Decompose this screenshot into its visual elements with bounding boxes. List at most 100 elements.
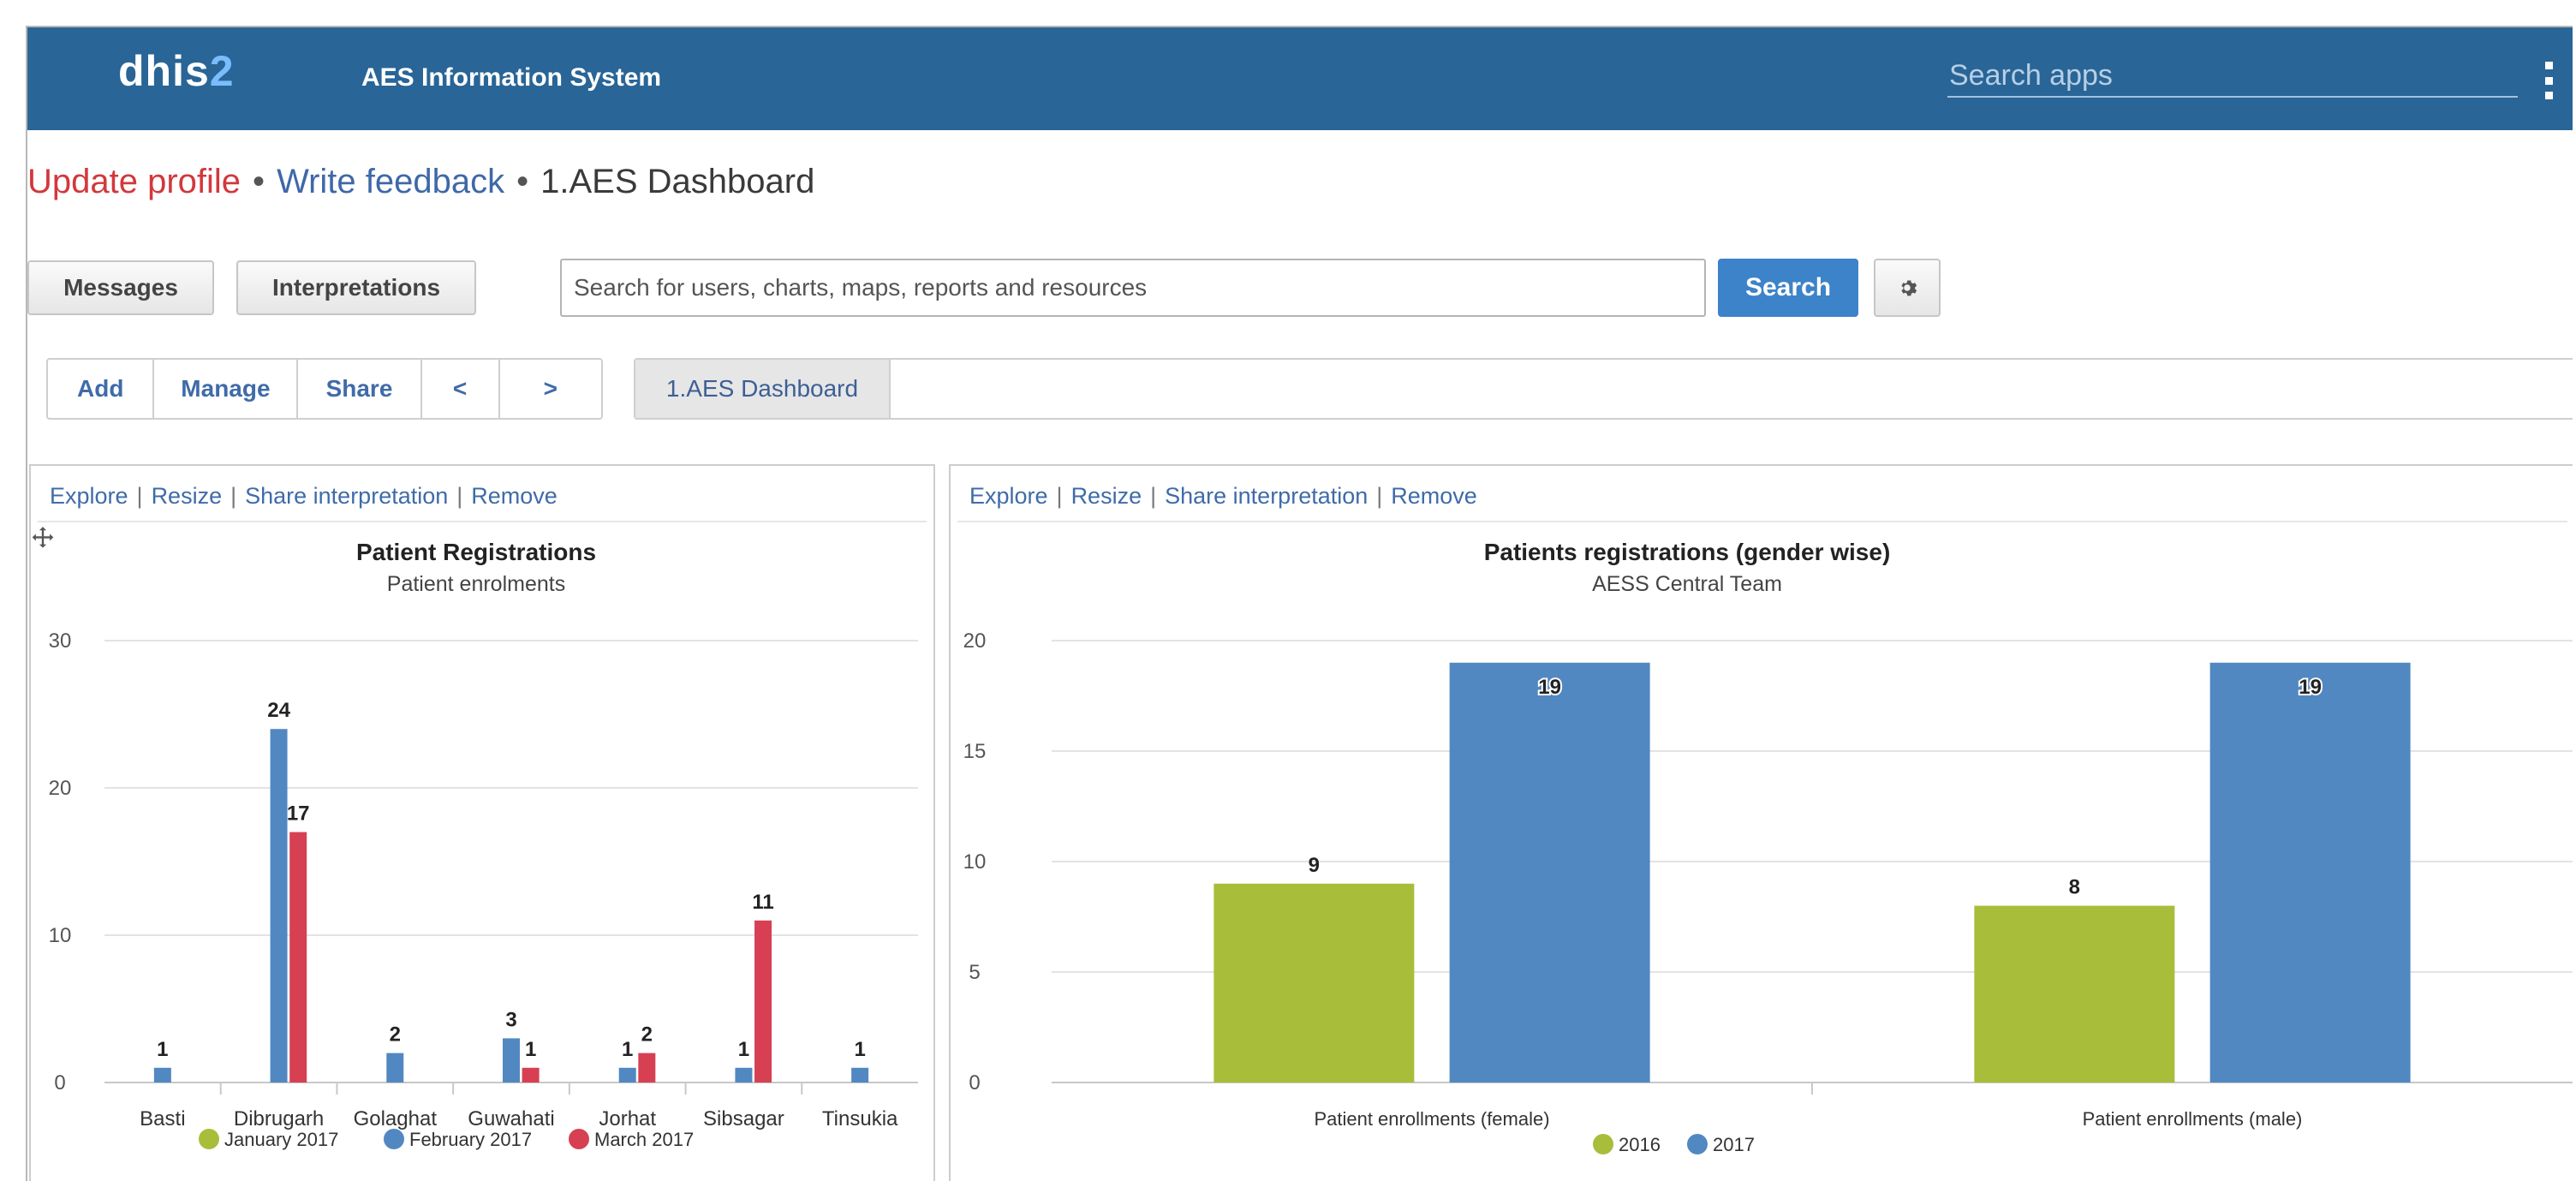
data-label: 9 <box>1309 854 1320 877</box>
legend-label: 2016 <box>1619 1134 1661 1155</box>
legend-label: March 2017 <box>594 1129 694 1150</box>
dashboard-controls: Add Manage Share < > <box>46 358 603 420</box>
breadcrumb: Update profile • Write feedback • 1.AES Dash… <box>27 163 814 201</box>
data-label: 2 <box>641 1023 653 1047</box>
link-separator: | <box>136 483 143 509</box>
bar <box>522 1067 540 1083</box>
bar <box>153 1067 171 1083</box>
app-title: AES Information System <box>361 63 662 92</box>
panel-links: Explore | Resize | Share interpretation | Remo… <box>50 483 558 510</box>
panel-divider <box>38 521 927 522</box>
share-interpretation-link[interactable]: Share interpretation <box>1165 483 1368 509</box>
bar <box>1974 905 2175 1083</box>
legend-swatch <box>384 1129 404 1149</box>
explore-link[interactable]: Explore <box>969 483 1048 509</box>
y-tick-label: 0 <box>969 1071 980 1095</box>
bar <box>270 729 288 1083</box>
data-label: 17 <box>287 802 310 826</box>
chart-subtitle: AESS Central Team <box>1592 572 1782 596</box>
data-label: 19 <box>2299 676 2322 699</box>
chart-panel-patient-registrations: Explore | Resize | Share interpretation | Remo… <box>29 464 935 1181</box>
data-label: 3 <box>505 1008 516 1031</box>
y-tick-label: 20 <box>49 777 72 800</box>
bar <box>1213 883 1415 1083</box>
legend-swatch <box>1593 1134 1613 1154</box>
resize-link[interactable]: Resize <box>152 483 223 509</box>
breadcrumb-separator: • <box>253 163 265 200</box>
add-button[interactable]: Add <box>48 360 155 418</box>
bar <box>851 1067 869 1083</box>
link-separator: | <box>1376 483 1383 509</box>
resize-link[interactable]: Resize <box>1071 483 1142 509</box>
interpretations-button[interactable]: Interpretations <box>236 260 476 315</box>
breadcrumb-separator: • <box>516 163 529 200</box>
y-tick-label: 10 <box>49 924 72 947</box>
panel-divider <box>957 521 2567 522</box>
x-tick-label: Basti <box>140 1107 185 1130</box>
legend-swatch <box>1687 1134 1708 1154</box>
data-label: 19 <box>1538 676 1561 699</box>
prev-dashboard-button[interactable]: < <box>422 360 500 418</box>
bar <box>503 1038 520 1083</box>
share-interpretation-link[interactable]: Share interpretation <box>245 483 448 509</box>
x-tick-label: Jorhat <box>599 1107 656 1130</box>
search-button[interactable]: Search <box>1718 259 1858 317</box>
bar <box>289 832 307 1083</box>
apps-menu-icon[interactable] <box>2545 62 2554 99</box>
remove-link[interactable]: Remove <box>471 483 558 509</box>
data-label: 1 <box>854 1038 865 1061</box>
breadcrumb-current: 1.AES Dashboard <box>540 163 815 200</box>
y-tick-label: 30 <box>49 629 72 653</box>
messages-button[interactable]: Messages <box>27 260 214 315</box>
bar <box>618 1067 636 1083</box>
top-bar: dhis2 AES Information System <box>27 27 2573 130</box>
explore-link[interactable]: Explore <box>50 483 128 509</box>
data-label: 1 <box>525 1038 536 1061</box>
y-tick-label: 10 <box>963 850 987 874</box>
link-separator: | <box>230 483 237 509</box>
manage-button[interactable]: Manage <box>154 360 299 418</box>
data-label: 8 <box>2069 876 2080 899</box>
logo-text: dhis <box>118 47 210 95</box>
settings-button[interactable] <box>1874 259 1941 317</box>
y-tick-label: 15 <box>963 740 987 763</box>
dashboard-tabs: 1.AES Dashboard <box>634 358 2573 420</box>
gear-icon <box>1901 280 1917 296</box>
bar <box>754 920 772 1083</box>
bar <box>1449 662 1650 1083</box>
x-tick-label: Golaghat <box>354 1107 438 1130</box>
x-tick-label: Guwahati <box>468 1107 554 1130</box>
chart-panel-gender-wise: Explore | Resize | Share interpretation | Remo… <box>949 464 2573 1181</box>
dhis2-logo[interactable]: dhis2 <box>118 46 235 96</box>
remove-link[interactable]: Remove <box>1391 483 1477 509</box>
chart-subtitle: Patient enrolments <box>387 572 565 596</box>
x-tick-label: Patient enrollments (male) <box>2083 1108 2303 1130</box>
y-tick-label: 5 <box>969 961 980 984</box>
link-separator: | <box>456 483 463 509</box>
data-label: 1 <box>738 1038 749 1061</box>
link-separator: | <box>1056 483 1063 509</box>
chart-title: Patients registrations (gender wise) <box>1484 539 1891 565</box>
app-frame: dhis2 AES Information System Update prof… <box>26 26 2573 1181</box>
panel-links: Explore | Resize | Share interpretation | Remo… <box>969 483 1477 510</box>
data-label: 2 <box>390 1023 401 1047</box>
legend-label: January 2017 <box>224 1129 338 1150</box>
next-dashboard-button[interactable]: > <box>500 360 602 418</box>
search-apps-input[interactable] <box>1947 55 2518 98</box>
write-feedback-link[interactable]: Write feedback <box>277 163 504 200</box>
update-profile-link[interactable]: Update profile <box>27 163 241 200</box>
legend-swatch <box>569 1129 589 1149</box>
share-button[interactable]: Share <box>298 360 422 418</box>
chart-title: Patient Registrations <box>356 539 596 565</box>
dashboard-tab-aes[interactable]: 1.AES Dashboard <box>635 360 891 418</box>
data-label: 1 <box>157 1038 168 1061</box>
y-tick-label: 20 <box>963 629 987 653</box>
logo-number: 2 <box>209 47 235 95</box>
legend-swatch <box>199 1129 219 1149</box>
resource-search-input[interactable] <box>560 259 1706 317</box>
x-tick-label: Patient enrollments (female) <box>1314 1108 1549 1130</box>
x-tick-label: Tinsukia <box>822 1107 898 1130</box>
data-label: 24 <box>267 699 290 722</box>
bar <box>735 1067 753 1083</box>
y-tick-label: 0 <box>54 1071 65 1095</box>
